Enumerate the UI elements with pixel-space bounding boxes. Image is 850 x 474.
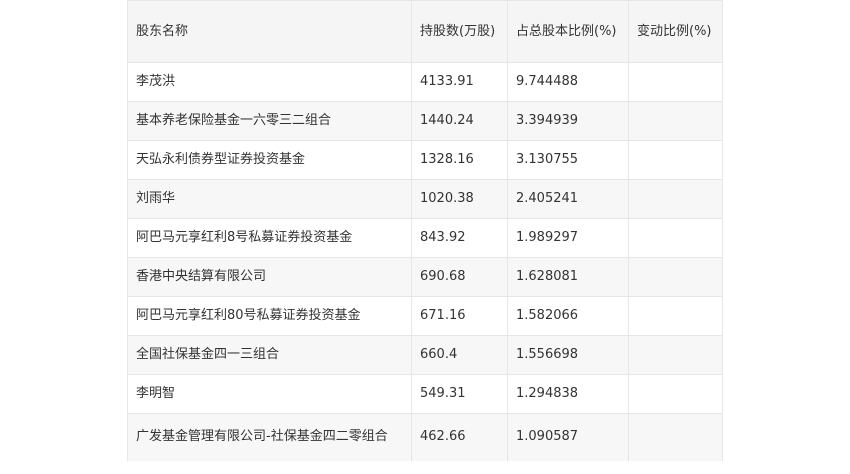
cell-shareholder-name: 阿巴马元享红利80号私募证券投资基金 <box>127 296 412 336</box>
cell-change-ratio <box>628 179 723 219</box>
table-row: 李茂洪 4133.91 9.744488 <box>127 62 723 102</box>
cell-share-ratio: 3.394939 <box>507 101 629 141</box>
cell-shareholder-name: 基本养老保险基金一六零三二组合 <box>127 101 412 141</box>
cell-shareholder-name: 全国社保基金四一三组合 <box>127 335 412 375</box>
table-row: 全国社保基金四一三组合 660.4 1.556698 <box>127 335 723 375</box>
cell-change-ratio <box>628 140 723 180</box>
table-row: 广发基金管理有限公司-社保基金四二零组合 462.66 1.090587 <box>127 413 723 461</box>
table-row: 李明智 549.31 1.294838 <box>127 374 723 414</box>
cell-change-ratio <box>628 413 723 461</box>
cell-share-ratio: 1.582066 <box>507 296 629 336</box>
table-row: 阿巴马元享红利8号私募证券投资基金 843.92 1.989297 <box>127 218 723 258</box>
table-row: 香港中央结算有限公司 690.68 1.628081 <box>127 257 723 297</box>
cell-shareholder-name: 香港中央结算有限公司 <box>127 257 412 297</box>
table-header-row: 股东名称 持股数(万股) 占总股本比例(%) 变动比例(%) <box>127 0 723 63</box>
cell-change-ratio <box>628 62 723 102</box>
cell-shareholder-name: 阿巴马元享红利8号私募证券投资基金 <box>127 218 412 258</box>
cell-change-ratio <box>628 218 723 258</box>
cell-shares: 671.16 <box>411 296 508 336</box>
header-shares: 持股数(万股) <box>411 0 508 63</box>
header-share-ratio: 占总股本比例(%) <box>507 0 629 63</box>
cell-share-ratio: 2.405241 <box>507 179 629 219</box>
cell-change-ratio <box>628 257 723 297</box>
cell-share-ratio: 1.090587 <box>507 413 629 461</box>
cell-shares: 843.92 <box>411 218 508 258</box>
cell-share-ratio: 1.628081 <box>507 257 629 297</box>
cell-shares: 4133.91 <box>411 62 508 102</box>
cell-change-ratio <box>628 296 723 336</box>
cell-share-ratio: 1.556698 <box>507 335 629 375</box>
header-shareholder-name: 股东名称 <box>127 0 412 63</box>
table-row: 基本养老保险基金一六零三二组合 1440.24 3.394939 <box>127 101 723 141</box>
cell-share-ratio: 3.130755 <box>507 140 629 180</box>
cell-shareholder-name: 李明智 <box>127 374 412 414</box>
cell-shares: 549.31 <box>411 374 508 414</box>
cell-change-ratio <box>628 335 723 375</box>
cell-shareholder-name: 李茂洪 <box>127 62 412 102</box>
cell-share-ratio: 1.989297 <box>507 218 629 258</box>
shareholder-table: 股东名称 持股数(万股) 占总股本比例(%) 变动比例(%) 李茂洪 4133.… <box>127 0 723 461</box>
cell-shares: 1328.16 <box>411 140 508 180</box>
cell-share-ratio: 9.744488 <box>507 62 629 102</box>
cell-shares: 1020.38 <box>411 179 508 219</box>
cell-shares: 462.66 <box>411 413 508 461</box>
cell-change-ratio <box>628 101 723 141</box>
header-change-ratio: 变动比例(%) <box>628 0 723 63</box>
shareholder-table-container: 股东名称 持股数(万股) 占总股本比例(%) 变动比例(%) 李茂洪 4133.… <box>127 0 723 461</box>
table-row: 刘雨华 1020.38 2.405241 <box>127 179 723 219</box>
cell-shareholder-name: 广发基金管理有限公司-社保基金四二零组合 <box>127 413 412 461</box>
cell-shares: 1440.24 <box>411 101 508 141</box>
table-row: 阿巴马元享红利80号私募证券投资基金 671.16 1.582066 <box>127 296 723 336</box>
cell-shareholder-name: 刘雨华 <box>127 179 412 219</box>
table-row: 天弘永利债券型证券投资基金 1328.16 3.130755 <box>127 140 723 180</box>
cell-share-ratio: 1.294838 <box>507 374 629 414</box>
cell-shareholder-name: 天弘永利债券型证券投资基金 <box>127 140 412 180</box>
cell-change-ratio <box>628 374 723 414</box>
cell-shares: 690.68 <box>411 257 508 297</box>
cell-shares: 660.4 <box>411 335 508 375</box>
